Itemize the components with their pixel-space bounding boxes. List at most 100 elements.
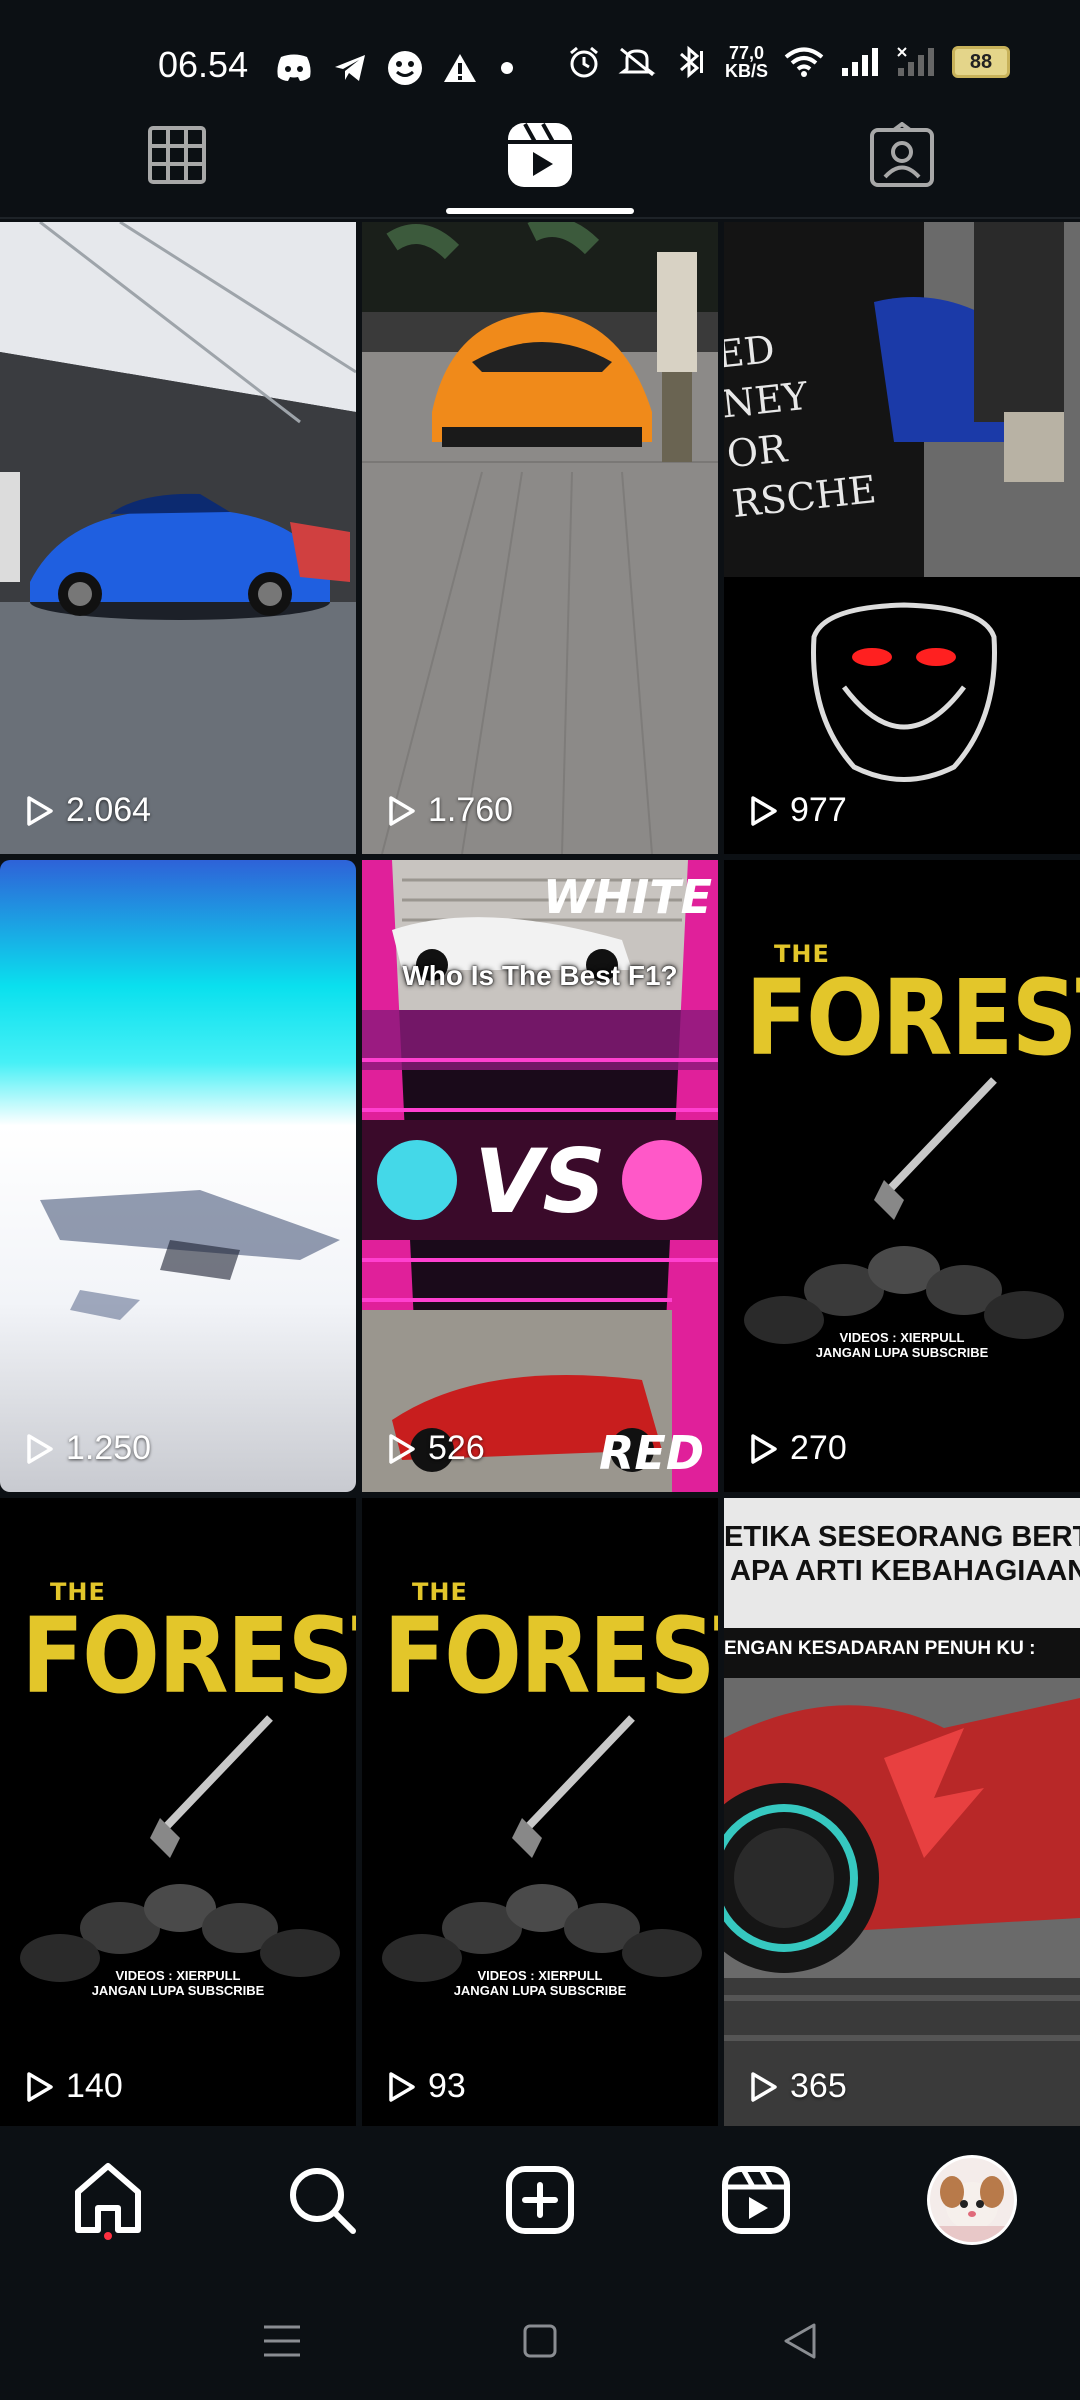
play-icon — [751, 795, 777, 826]
system-navigation-bar — [0, 2276, 1080, 2400]
nav-profile[interactable] — [922, 2150, 1022, 2250]
view-count-text: 1.760 — [428, 791, 514, 829]
network-speed-unit: KB/S — [724, 61, 768, 81]
view-count-text: 1.250 — [66, 1429, 152, 1467]
meme-line: ETIKA SESEORANG BERTANYA — [724, 1521, 1080, 1553]
credit-line: JANGAN LUPA SUBSCRIBE — [815, 1345, 989, 1360]
reels-icon — [722, 2166, 790, 2234]
view-count-text: 140 — [66, 2067, 123, 2105]
view-count: 365 — [750, 2067, 847, 2106]
signal-2-icon — [897, 47, 934, 76]
play-icon — [27, 1433, 53, 1464]
tagged-person-icon — [870, 122, 934, 187]
meme-line: APA ARTI KEBAHAGIAAN? — [730, 1555, 1080, 1587]
back-button[interactable] — [770, 2316, 830, 2366]
reel-thumbnail — [362, 222, 718, 854]
reel-thumbnail — [724, 222, 1080, 854]
reel-thumbnail — [0, 860, 356, 1492]
reel-tile[interactable]: 1.250 — [0, 860, 356, 1492]
dot-icon — [501, 62, 513, 74]
play-icon — [27, 2071, 53, 2102]
telegram-icon — [335, 55, 365, 81]
wifi-icon — [784, 47, 824, 77]
view-count-text: 977 — [790, 791, 847, 829]
alarm-icon — [570, 46, 598, 78]
reel-tile[interactable]: 1.760 — [362, 222, 718, 854]
overlay-vs: VS — [474, 1130, 606, 1233]
forest-title-text: FOREST — [745, 957, 1080, 1079]
recent-apps-button[interactable] — [252, 2316, 312, 2366]
forest-credit: VIDEOS : XIERPULL JANGAN LUPA SUBSCRIBE — [0, 1968, 356, 1998]
forest-title-text: FOREST — [21, 1595, 356, 1717]
reel-tile[interactable]: WHITE Who Is The Best F1? VS RED 526 — [362, 860, 718, 1492]
home-button[interactable] — [510, 2316, 570, 2366]
nav-reels[interactable] — [706, 2150, 806, 2250]
status-notification-icons — [275, 48, 517, 88]
nav-create[interactable] — [490, 2150, 590, 2250]
add-post-icon — [506, 2166, 574, 2234]
forest-title-text: FOREST — [383, 1595, 718, 1717]
network-speed-value: 77,0 — [728, 43, 765, 63]
credit-line: VIDEOS : XIERPULL — [115, 1968, 241, 1983]
overlay-title: Who Is The Best F1? — [402, 960, 678, 991]
status-system-icons: 77,0 KB/S 88 — [567, 44, 1010, 80]
tab-grid[interactable] — [127, 110, 227, 200]
reel-tile[interactable]: 2.064 — [0, 222, 356, 854]
reel-tile[interactable]: ED NEY OR RSCHE 977 — [724, 222, 1080, 854]
forest-title-block: THE FOREST — [724, 940, 1080, 1079]
signal-icon — [842, 48, 878, 76]
tab-reels[interactable] — [490, 110, 590, 200]
view-count-text: 270 — [790, 1429, 847, 1467]
home-icon — [75, 2163, 141, 2240]
menu-icon — [264, 2325, 300, 2357]
network-speed: 77,0 KB/S — [725, 44, 768, 80]
meme-caption: ETIKA SESEORANG BERTANYA APA ARTI KEBAHA… — [724, 1520, 1080, 1588]
view-count: 526 — [388, 1429, 485, 1468]
view-count-text: 2.064 — [66, 791, 152, 829]
view-count: 2.064 — [26, 791, 151, 830]
forest-title-block: THE FOREST — [0, 1578, 356, 1717]
nav-home[interactable] — [58, 2150, 158, 2250]
credit-line: VIDEOS : XIERPULL — [477, 1968, 603, 1983]
reel-thumbnail — [724, 1498, 1080, 2130]
view-count: 270 — [750, 1429, 847, 1468]
back-triangle-icon — [784, 2323, 816, 2359]
reel-tile[interactable]: THE FOREST VIDEOS : XIERPULL JANGAN LUPA… — [362, 1498, 718, 2130]
nav-search[interactable] — [272, 2150, 372, 2250]
play-icon — [389, 795, 415, 826]
profile-tabs — [0, 100, 1080, 219]
forest-credit: VIDEOS : XIERPULL JANGAN LUPA SUBSCRIBE — [362, 1968, 718, 1998]
warning-icon — [444, 54, 476, 82]
view-count-text: 365 — [790, 2067, 847, 2105]
search-icon — [290, 2168, 356, 2234]
view-count: 1.760 — [388, 791, 513, 830]
credit-line: VIDEOS : XIERPULL — [839, 1330, 965, 1345]
smiley-icon — [388, 51, 422, 85]
view-count: 1.250 — [26, 1429, 151, 1468]
bottom-navigation — [0, 2126, 1080, 2276]
play-icon — [751, 2071, 777, 2102]
reel-tile[interactable]: ETIKA SESEORANG BERTANYA APA ARTI KEBAHA… — [724, 1498, 1080, 2130]
play-icon — [389, 1433, 415, 1464]
grid-icon — [148, 126, 206, 184]
reel-tile[interactable]: THE FOREST VIDEOS : XIERPULL JANGAN LUPA… — [0, 1498, 356, 2130]
credit-line: JANGAN LUPA SUBSCRIBE — [453, 1983, 627, 1998]
tabs-divider — [0, 217, 1080, 219]
play-icon — [389, 2071, 415, 2102]
view-count: 977 — [750, 791, 847, 830]
square-icon — [523, 2324, 557, 2358]
reel-tile[interactable]: THE FOREST VIDEOS : XIERPULL JANGAN LUPA… — [724, 860, 1080, 1492]
view-count-text: 93 — [428, 2067, 466, 2105]
overlay-white-label: WHITE — [542, 870, 712, 924]
play-icon — [27, 795, 53, 826]
reel-thumbnail — [0, 222, 356, 854]
discord-icon — [277, 54, 311, 81]
active-tab-indicator — [446, 208, 634, 214]
forest-credit: VIDEOS : XIERPULL JANGAN LUPA SUBSCRIBE — [724, 1330, 1080, 1360]
overlay-red-label: RED — [598, 1426, 704, 1480]
tab-tagged[interactable] — [852, 110, 952, 200]
credit-line: JANGAN LUPA SUBSCRIBE — [91, 1983, 265, 1998]
view-count-text: 526 — [428, 1429, 485, 1467]
status-time: 06.54 — [158, 44, 249, 85]
play-icon — [751, 1433, 777, 1464]
